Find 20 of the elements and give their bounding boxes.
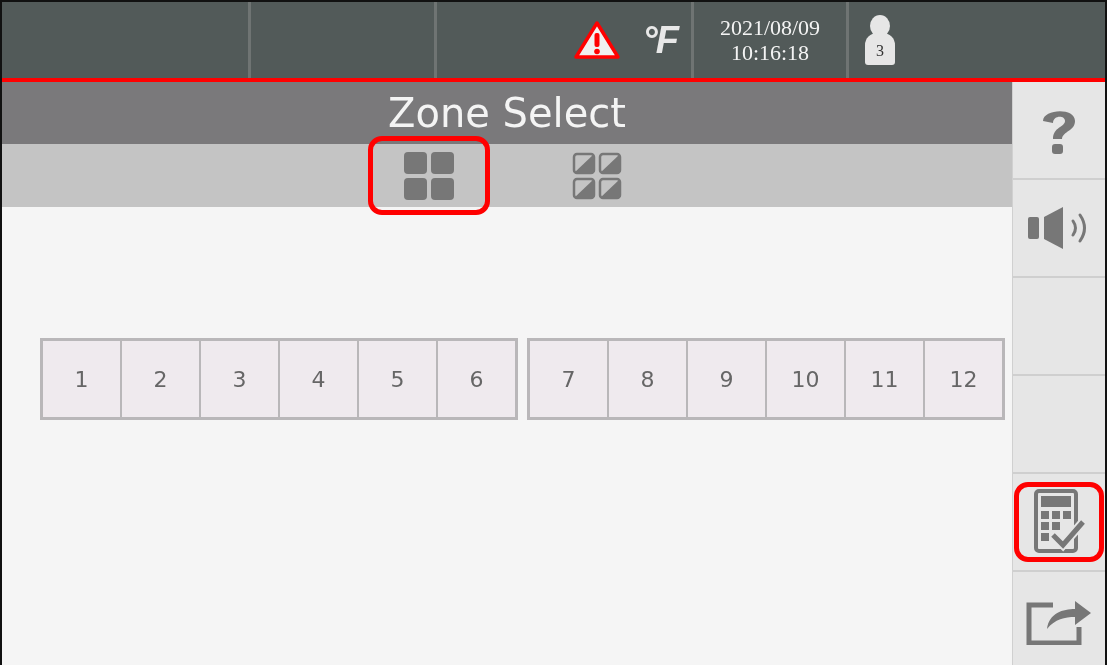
- zone-button[interactable]: 5: [359, 341, 438, 417]
- temperature-unit: °F: [642, 18, 677, 62]
- zone-button[interactable]: 10: [767, 341, 846, 417]
- warning-icon: [572, 20, 621, 60]
- zone-button[interactable]: 3: [201, 341, 280, 417]
- zone-button[interactable]: 6: [438, 341, 515, 417]
- split-grid-icon: [572, 151, 622, 200]
- zone-button[interactable]: 11: [846, 341, 925, 417]
- grid-icon: [403, 150, 455, 201]
- zone-button[interactable]: 2: [122, 341, 201, 417]
- zone-button[interactable]: 1: [43, 341, 122, 417]
- time-text: 10:16:18: [730, 40, 810, 65]
- view-mode-button[interactable]: [368, 136, 490, 215]
- zone-button[interactable]: 8: [609, 341, 688, 417]
- zone-button[interactable]: 7: [530, 341, 609, 417]
- zone-button[interactable]: 12: [925, 341, 1002, 417]
- page-title: Zone Select: [2, 82, 1012, 144]
- date-text: 2021/08/09: [719, 15, 821, 40]
- zone-button[interactable]: 9: [688, 341, 767, 417]
- zone-button[interactable]: 4: [280, 341, 359, 417]
